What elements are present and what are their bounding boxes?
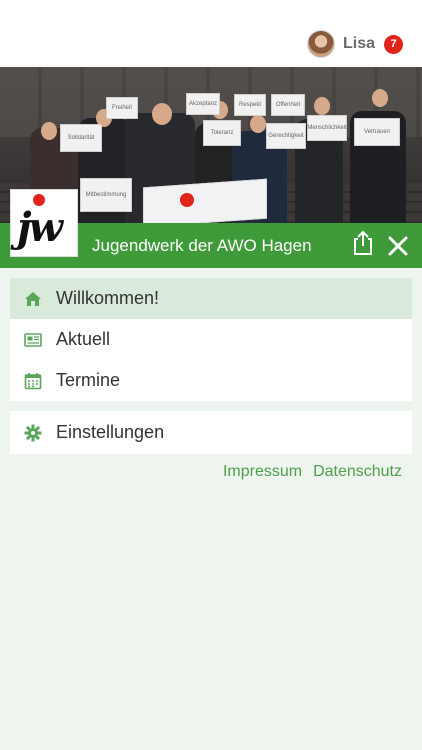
person-head [41, 122, 57, 140]
menu-item-label: Termine [56, 370, 121, 390]
gear-icon [24, 424, 42, 441]
person-head [314, 97, 330, 115]
share-icon[interactable] [352, 230, 374, 256]
impressum-link[interactable]: Impressum [223, 463, 302, 481]
jw-logo: jw [10, 189, 78, 257]
protest-sign: Toleranz [203, 120, 241, 146]
datenschutz-link[interactable]: Datenschutz [313, 463, 402, 481]
user-name[interactable]: Lisa [343, 35, 375, 53]
menu-item-label: Aktuell [56, 329, 111, 349]
protest-sign: Solidarität [60, 124, 102, 152]
menu-item-aktuell[interactable]: Aktuell [10, 319, 412, 360]
protest-sign: Vertrauen [354, 118, 400, 146]
user-profile[interactable]: Lisa 7 [306, 29, 403, 59]
protest-sign: Respekt [234, 94, 266, 116]
newspaper-icon [24, 332, 42, 347]
footer-links: Impressum Datenschutz [223, 463, 402, 481]
menu-item-termine[interactable]: Termine [10, 360, 412, 401]
menu-item-label: Einstellungen [56, 422, 165, 442]
protest-sign: Gerechtigkeit [266, 123, 306, 149]
top-bar: Lisa 7 [0, 0, 422, 67]
menu-item-einstellungen[interactable]: Einstellungen [10, 412, 412, 453]
person-head [250, 115, 266, 133]
calendar-icon [24, 372, 42, 389]
protest-sign: Freiheit [106, 97, 138, 119]
protest-sign: Offenheit [271, 94, 305, 116]
protest-sign: Menschlichkeit [307, 115, 347, 141]
logo-text: jw [17, 204, 63, 251]
menu-item-willkommen[interactable]: Willkommen! [10, 278, 412, 319]
person-head [372, 89, 388, 107]
main-menu: Willkommen! Aktuell Termine [10, 278, 412, 401]
group-banner [143, 178, 267, 223]
protest-sign: Akzeptanz [186, 93, 220, 115]
home-icon [25, 291, 41, 306]
settings-menu: Einstellungen [10, 411, 412, 454]
person-head [152, 103, 172, 125]
menu-item-label: Willkommen! [56, 288, 160, 308]
protest-sign: Mitbestimmung [80, 178, 132, 212]
banner-logo-dot [180, 193, 194, 207]
notification-badge[interactable]: 7 [384, 34, 403, 54]
org-name: Jugendwerk der AWO Hagen [92, 236, 312, 255]
close-icon[interactable] [388, 236, 408, 256]
user-avatar[interactable] [306, 30, 335, 58]
